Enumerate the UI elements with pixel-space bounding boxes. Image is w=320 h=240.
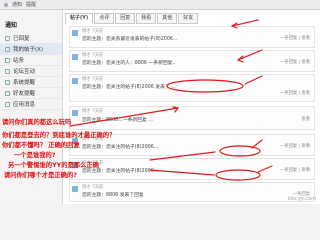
annotation-arrow [69,107,179,127]
annotation-ellipse [166,79,244,93]
annotation-ellipse [215,169,261,181]
annotation-text: 你们都是登去的？到底谁的才最正确的？ [2,132,116,139]
annotation-ellipse [219,145,261,157]
annotation-arrow [149,169,215,176]
annotation-arrowhead [172,106,179,113]
annotation-arrow [237,49,263,61]
annotation-text: 你们都不懂吗？ 正确的回复 [2,142,80,149]
annotation-arrow [257,165,273,173]
annotation-arrow [251,139,263,149]
annotation-text: 请问你们哪个才是正确的? [4,172,77,179]
annotation-text: 另一个警惕谁的YY的是那么正确 [8,162,99,169]
annotation-text: 请问你们真的都这么玩吗 [2,119,72,126]
watermark: bbs.yy.com [287,196,316,202]
annotation-arrow [244,75,263,85]
annotation-arrow [149,151,216,161]
annotation-text: 一个是谁我的? [14,152,56,159]
